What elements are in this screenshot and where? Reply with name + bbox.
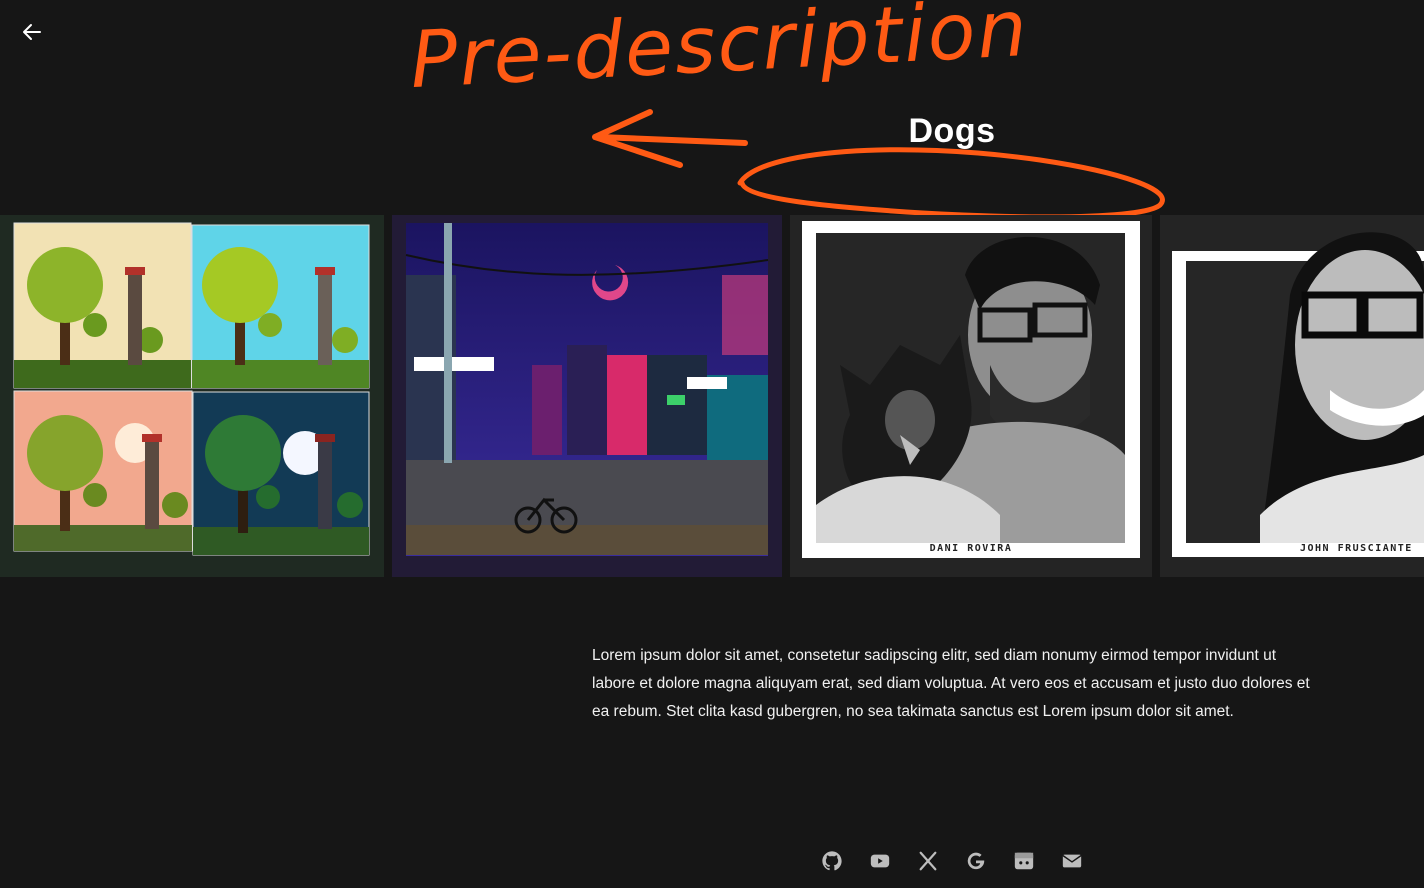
image-carousel[interactable]: DANI ROVIRA JOHN FRUSCIANTE — [0, 215, 1424, 577]
description-text: Lorem ipsum dolor sit amet, consetetur s… — [592, 647, 1310, 720]
gallery-item-portrait-dog[interactable]: DANI ROVIRA — [790, 215, 1152, 577]
discord-link[interactable] — [1010, 848, 1038, 874]
page: Pre-description Dogs DANI ROVIRA JOHN FR… — [0, 0, 1424, 888]
mail-link[interactable] — [1058, 848, 1086, 874]
x-icon — [919, 851, 937, 871]
arrow-left-icon — [23, 24, 41, 40]
mail-icon — [1062, 854, 1082, 868]
portrait-caption: DANI ROVIRA — [929, 543, 1013, 554]
x-link[interactable] — [914, 848, 942, 874]
discord-icon — [1014, 852, 1034, 870]
page-title: Dogs — [908, 112, 996, 150]
github-icon — [822, 851, 842, 871]
google-link[interactable] — [962, 848, 990, 874]
gallery-item-portrait[interactable]: JOHN FRUSCIANTE — [1160, 215, 1424, 577]
social-links — [818, 848, 1086, 874]
back-button[interactable] — [18, 18, 46, 46]
github-link[interactable] — [818, 848, 846, 874]
youtube-icon — [870, 854, 890, 868]
portrait-caption: JOHN FRUSCIANTE — [1300, 543, 1413, 554]
google-icon — [967, 852, 985, 870]
gallery-item-night-city[interactable] — [392, 215, 782, 577]
annotation-text: Pre-description — [408, 0, 1031, 107]
handwritten-annotation: Pre-description — [0, 0, 1424, 230]
youtube-link[interactable] — [866, 848, 894, 874]
gallery-item-tree-tower[interactable] — [0, 215, 384, 577]
